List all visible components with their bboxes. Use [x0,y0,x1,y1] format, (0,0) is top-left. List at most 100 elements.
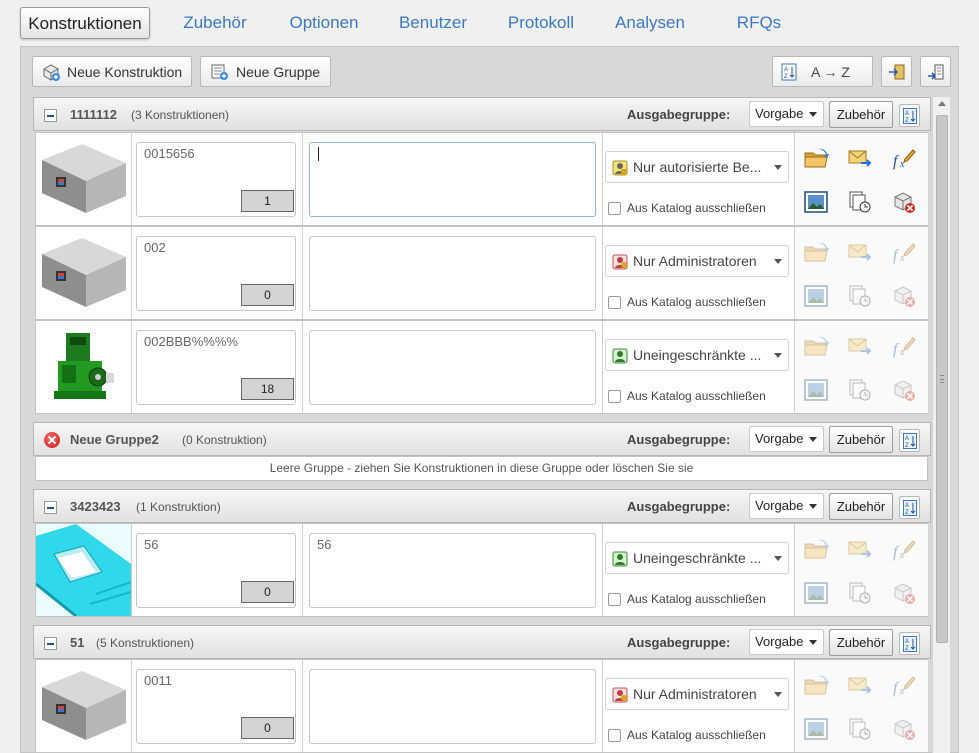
zubehoer-button[interactable]: Zubehör [829,629,893,656]
description-field[interactable] [309,669,596,744]
image-icon[interactable] [802,188,830,216]
history-icon[interactable] [846,282,874,310]
ausgabegruppe-select[interactable]: Vorgabe [749,426,824,452]
exclude-from-catalog-checkbox[interactable]: Aus Katalog ausschließen [608,592,766,606]
delete-construction-icon[interactable] [890,282,918,310]
construction-thumbnail[interactable] [36,524,131,616]
tab-benutzer[interactable]: Benutzer [389,7,477,39]
construction-row[interactable]: 56 0 56 Uneingeschränkte ... Aus Katalog… [35,523,928,617]
admin-user-icon [612,254,628,270]
exclude-from-catalog-checkbox[interactable]: Aus Katalog ausschließen [608,201,766,215]
send-mail-icon[interactable] [846,238,874,266]
construction-thumbnail[interactable] [36,227,131,319]
send-mail-icon[interactable] [846,671,874,699]
scrollbar-thumb[interactable] [936,115,948,643]
image-icon[interactable] [802,715,830,743]
formula-edit-icon[interactable] [890,332,918,360]
ausgabegruppe-label: Ausgabegruppe: [627,107,731,122]
history-icon[interactable] [846,188,874,216]
construction-name-value: 0011 [144,673,172,688]
exclude-from-catalog-checkbox[interactable]: Aus Katalog ausschließen [608,728,766,742]
history-icon[interactable] [846,579,874,607]
send-mail-icon[interactable] [846,535,874,563]
construction-row[interactable]: 002 0 Nur Administratoren Aus Katalog au… [35,226,928,320]
tab-optionen[interactable]: Optionen [278,7,370,39]
tab-rfqs[interactable]: RFQs [727,7,791,39]
ausgabegruppe-select[interactable]: Vorgabe [749,493,824,519]
history-icon[interactable] [846,715,874,743]
quantity-field[interactable]: 0 [241,284,294,306]
delete-construction-icon[interactable] [890,376,918,404]
open-folder-icon[interactable] [802,238,830,266]
quantity-field[interactable]: 0 [241,581,294,603]
delete-construction-icon[interactable] [890,579,918,607]
vertical-scrollbar[interactable] [932,97,950,753]
exclude-from-catalog-checkbox[interactable]: Aus Katalog ausschließen [608,295,766,309]
send-mail-icon[interactable] [846,332,874,360]
zubehoer-button[interactable]: Zubehör [829,101,893,128]
ausgabegruppe-select[interactable]: Vorgabe [749,101,824,127]
quantity-field[interactable]: 1 [241,190,294,212]
import-button[interactable] [920,56,951,87]
formula-edit-icon[interactable] [890,144,918,172]
sort-az-button[interactable]: A Z A → Z [772,56,873,87]
description-field[interactable] [309,236,596,311]
image-icon[interactable] [802,579,830,607]
tab-analysen[interactable]: Analysen [606,7,694,39]
open-folder-icon[interactable] [802,332,830,360]
collapse-toggle-icon[interactable] [44,637,57,650]
history-icon[interactable] [846,376,874,404]
sort-az-icon [903,433,917,449]
delete-construction-icon[interactable] [890,188,918,216]
image-icon[interactable] [802,376,830,404]
permission-select[interactable]: Nur Administratoren [605,678,789,710]
construction-row[interactable]: 0015656 1 Nur autorisierte Be... Aus Kat… [35,132,928,226]
import-icon [927,64,943,80]
construction-row[interactable]: 0011 0 Nur Administratoren Aus Katalog a… [35,659,928,753]
zubehoer-button[interactable]: Zubehör [829,493,893,520]
tab-konstruktionen[interactable]: Konstruktionen [20,7,150,39]
formula-edit-icon[interactable] [890,535,918,563]
delete-construction-icon[interactable] [890,715,918,743]
open-folder-icon[interactable] [802,535,830,563]
description-field[interactable]: 56 [309,533,596,608]
formula-edit-icon[interactable] [890,671,918,699]
construction-thumbnail[interactable] [36,321,131,413]
group-sort-button[interactable] [899,104,920,127]
description-field[interactable] [309,330,596,405]
sort-az-icon [903,500,917,516]
open-folder-icon[interactable] [802,671,830,699]
ausgabegruppe-select[interactable]: Vorgabe [749,629,824,655]
construction-row[interactable]: 002BBB%%%% 18 Uneingeschränkte ... Aus K… [35,320,928,414]
new-construction-button[interactable]: Neue Konstruktion [32,56,192,87]
permission-select[interactable]: Nur autorisierte Be... [605,151,789,183]
group-sort-button[interactable] [899,496,920,519]
tab-zubehoer[interactable]: Zubehör [172,7,258,39]
scroll-up-icon[interactable] [938,101,946,106]
send-mail-icon[interactable] [846,144,874,172]
collapse-toggle-icon[interactable] [44,109,57,122]
group-count: (0 Konstruktion) [182,433,267,447]
permission-select[interactable]: Uneingeschränkte ... [605,339,789,371]
description-field[interactable] [309,142,596,217]
zubehoer-button[interactable]: Zubehör [829,426,893,453]
open-folder-icon[interactable] [802,144,830,172]
quantity-field[interactable]: 18 [241,378,294,400]
formula-edit-icon[interactable] [890,238,918,266]
permission-select[interactable]: Nur Administratoren [605,245,789,277]
export-button[interactable] [881,56,912,87]
exclude-from-catalog-checkbox[interactable]: Aus Katalog ausschließen [608,389,766,403]
collapse-toggle-icon[interactable] [44,501,57,514]
tab-protokoll[interactable]: Protokoll [498,7,584,39]
quantity-field[interactable]: 0 [241,717,294,739]
group-sort-button[interactable] [899,632,920,655]
construction-thumbnail[interactable] [36,660,131,752]
image-icon[interactable] [802,282,830,310]
construction-thumbnail[interactable] [36,133,131,225]
group-sort-button[interactable] [899,429,920,452]
new-group-button[interactable]: Neue Gruppe [200,56,331,87]
group-count: (5 Konstruktionen) [96,636,195,650]
delete-group-icon[interactable] [44,432,60,448]
permission-select[interactable]: Uneingeschränkte ... [605,542,789,574]
new-construction-icon [43,63,60,81]
